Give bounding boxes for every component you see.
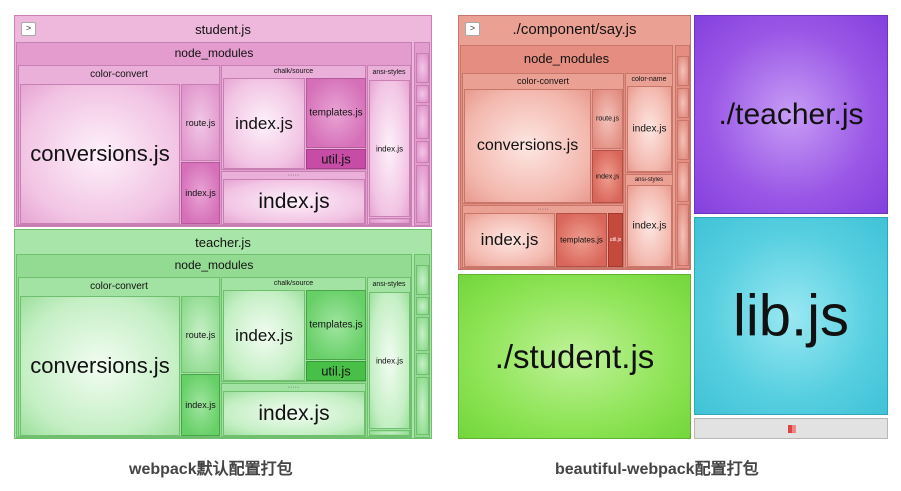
tiny-leaf-4[interactable]: [416, 353, 429, 375]
tiny-leaf-2[interactable]: [416, 297, 429, 315]
tiny-leaf-4[interactable]: [416, 141, 429, 163]
module-student[interactable]: ./student.js: [458, 274, 691, 439]
left-caption: webpack默认配置打包: [129, 461, 293, 478]
cc-index-leaf[interactable]: index.js: [181, 374, 220, 436]
ansi-styles-block[interactable]: ansi-styles index.js: [367, 65, 411, 225]
node-modules-block[interactable]: node_modules color-convert conversions.j…: [16, 42, 412, 226]
module-label: student.js: [195, 22, 251, 37]
node-modules-label: node_modules: [523, 51, 610, 66]
color-name-label: color-name: [631, 76, 667, 83]
node-modules-block[interactable]: node_modules color-convert conversions.j…: [460, 45, 673, 269]
tiny-leaf-3[interactable]: [677, 120, 689, 160]
chalk-index-leaf[interactable]: index.js: [223, 290, 305, 381]
tiny-leaf-1[interactable]: [416, 53, 429, 83]
color-name-block[interactable]: ····· index.js: [221, 171, 366, 225]
ansi-small-leaf[interactable]: [369, 218, 410, 224]
ansi-small-leaf[interactable]: [369, 430, 410, 436]
route-leaf[interactable]: route.js: [592, 89, 623, 149]
chalk-source-label: chalk/source: [273, 280, 314, 287]
module-label: ./component/say.js: [512, 21, 637, 38]
node-modules-label: node_modules: [174, 258, 254, 272]
right-treemap: > ./component/say.js node_modules color-…: [458, 15, 888, 439]
conversions-leaf[interactable]: conversions.js: [20, 296, 180, 436]
util-leaf[interactable]: util.js: [608, 213, 623, 267]
ansi-index-leaf[interactable]: index.js: [369, 80, 410, 217]
util-leaf[interactable]: util.js: [306, 149, 366, 169]
route-leaf[interactable]: route.js: [181, 84, 220, 161]
conversions-leaf[interactable]: conversions.js: [20, 84, 180, 224]
ansi-styles-label: ansi-styles: [372, 281, 406, 288]
small-module-strip[interactable]: [694, 418, 888, 439]
module-student[interactable]: > student.js node_modules color-convert …: [14, 15, 432, 227]
util-leaf[interactable]: util.js: [306, 361, 366, 381]
chalk-index-leaf[interactable]: index.js: [464, 213, 555, 267]
module-teacher[interactable]: ./teacher.js: [694, 15, 888, 214]
tiny-leaf-4[interactable]: [677, 162, 689, 202]
node-modules-label: node_modules: [174, 46, 254, 60]
tiny-leaf-3[interactable]: [416, 317, 429, 351]
tiny-leaf-1[interactable]: [416, 265, 429, 295]
conversions-leaf[interactable]: conversions.js: [464, 89, 591, 203]
color-name-dots: ·····: [287, 172, 300, 179]
color-name-index-leaf[interactable]: index.js: [223, 179, 365, 224]
module-label: teacher.js: [195, 235, 251, 250]
left-treemap: > student.js node_modules color-convert …: [14, 15, 432, 439]
ansi-index-leaf[interactable]: index.js: [627, 185, 672, 267]
route-leaf[interactable]: route.js: [181, 296, 220, 373]
right-caption: beautiful-webpack配置打包: [555, 461, 759, 478]
templates-leaf[interactable]: templates.js: [556, 213, 607, 267]
color-convert-block[interactable]: color-convert conversions.js route.js in…: [18, 65, 220, 225]
chalk-source-block[interactable]: ····· index.js templates.js util.js: [462, 205, 624, 268]
narrow-column[interactable]: [414, 254, 430, 438]
color-name-index-leaf[interactable]: index.js: [223, 391, 365, 436]
color-convert-label: color-convert: [90, 69, 148, 80]
color-convert-label: color-convert: [516, 76, 570, 86]
node-modules-block[interactable]: node_modules color-convert conversions.j…: [16, 254, 412, 438]
ansi-styles-label: ansi-styles: [634, 177, 664, 183]
tiny-leaf-1[interactable]: [677, 56, 689, 86]
narrow-column[interactable]: [414, 42, 430, 226]
tiny-leaf-2[interactable]: [416, 85, 429, 103]
module-teacher[interactable]: teacher.js node_modules color-convert co…: [14, 229, 432, 439]
color-name-index-leaf[interactable]: index.js: [627, 86, 672, 172]
module-say[interactable]: > ./component/say.js node_modules color-…: [458, 15, 691, 270]
module-label: ./teacher.js: [718, 97, 864, 131]
cc-index-leaf[interactable]: index.js: [181, 162, 220, 224]
color-convert-label: color-convert: [90, 281, 148, 292]
color-convert-block[interactable]: color-convert conversions.js route.js in…: [462, 73, 624, 204]
tiny-leaf-5[interactable]: [416, 377, 429, 435]
ansi-styles-block[interactable]: ansi-styles index.js: [625, 174, 673, 268]
ansi-styles-label: ansi-styles: [372, 69, 406, 76]
ansi-index-leaf[interactable]: index.js: [369, 292, 410, 429]
color-convert-block[interactable]: color-convert conversions.js route.js in…: [18, 277, 220, 437]
tiny-leaf-5[interactable]: [416, 165, 429, 223]
module-lib[interactable]: lib.js: [694, 217, 888, 415]
color-name-block[interactable]: color-name index.js: [625, 73, 673, 173]
tiny-leaf-2[interactable]: [677, 88, 689, 118]
mini-blocks-icon: [788, 425, 796, 433]
narrow-column[interactable]: [675, 45, 690, 269]
color-name-dots: ·····: [287, 384, 300, 391]
chalk-source-block[interactable]: chalk/source index.js templates.js util.…: [221, 65, 366, 170]
module-label: ./student.js: [494, 337, 655, 375]
ansi-styles-block[interactable]: ansi-styles index.js: [367, 277, 411, 437]
tiny-leaf-3[interactable]: [416, 105, 429, 139]
cc-index-leaf[interactable]: index.js: [592, 150, 623, 203]
chalk-index-leaf[interactable]: index.js: [223, 78, 305, 169]
color-name-block[interactable]: ····· index.js: [221, 383, 366, 437]
tiny-leaf-5[interactable]: [677, 204, 689, 266]
templates-leaf[interactable]: templates.js: [306, 290, 366, 360]
module-label: lib.js: [732, 283, 850, 349]
chalk-source-block[interactable]: chalk/source index.js templates.js util.…: [221, 277, 366, 382]
chalk-source-dots: ·····: [537, 206, 549, 213]
templates-leaf[interactable]: templates.js: [306, 78, 366, 148]
chalk-source-label: chalk/source: [273, 68, 314, 75]
